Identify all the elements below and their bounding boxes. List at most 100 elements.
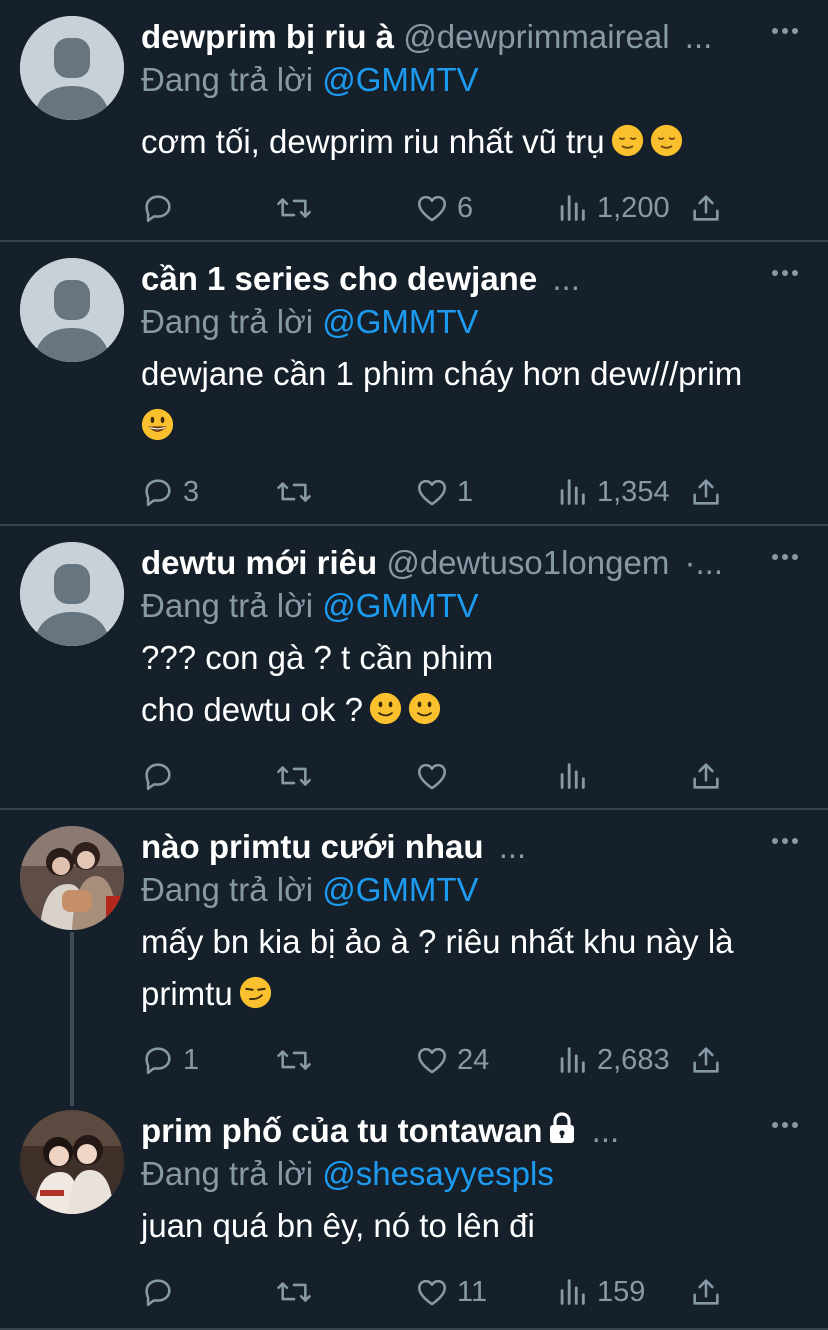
tweet-text-line: cho dewtu ok ? (141, 691, 363, 728)
replying-to: Đang trả lời @GMMTV (141, 584, 479, 628)
share-icon (693, 763, 719, 789)
views-icon (560, 195, 585, 221)
tweet-card[interactable]: dewprim bị riu à @dewprimmaireal ... Đan… (0, 0, 828, 242)
tweet-text-line: ??? con gà ? t cần phim (141, 639, 494, 676)
mention-link[interactable]: @shesayyespls (322, 1155, 554, 1192)
user-handle[interactable]: @dewprimmaireal (403, 18, 669, 55)
views-icon (560, 1047, 585, 1073)
reply-icon (145, 479, 171, 507)
slightly-smiling-face-icon (408, 692, 441, 725)
retweet-icon (277, 198, 311, 218)
replying-to-label: Đang trả lời (141, 1155, 314, 1192)
views-count: 1,354 (597, 475, 670, 508)
retweet-button[interactable] (275, 472, 321, 512)
truncation-dots: ... (552, 260, 580, 297)
display-name[interactable]: dewprim bị riu à (141, 18, 394, 55)
tweet-card[interactable]: nào primtu cưới nhau ... Đang trả lời @G… (0, 810, 828, 1094)
retweet-button[interactable] (275, 1272, 321, 1312)
tweet-header: cần 1 series cho dewjane ... (141, 257, 768, 301)
tweet-text-line: dewjane cần 1 phim cháy hơn dew///prim (141, 355, 743, 392)
avatar[interactable] (20, 1110, 124, 1214)
display-name[interactable]: prim phố của tu tontawan (141, 1112, 543, 1149)
replying-to: Đang trả lời @GMMTV (141, 58, 479, 102)
views-button[interactable]: 159 (555, 1272, 645, 1312)
truncation-dots: ... (684, 18, 713, 55)
share-button[interactable] (689, 1040, 723, 1080)
avatar[interactable] (20, 542, 124, 646)
views-button[interactable] (555, 756, 597, 796)
more-icon[interactable] (772, 260, 798, 286)
tweet-header: dewtu mới riêu @dewtuso1longem ·... (141, 541, 768, 585)
reply-button[interactable] (141, 1272, 183, 1312)
share-button[interactable] (689, 472, 723, 512)
avatar[interactable] (20, 16, 124, 120)
more-icon[interactable] (772, 1112, 798, 1138)
views-button[interactable]: 1,200 (555, 188, 670, 228)
display-name[interactable]: dewtu mới riêu (141, 544, 377, 581)
slightly-smiling-face-icon (369, 692, 402, 725)
default-avatar-icon (20, 258, 124, 362)
tweet-card[interactable]: prim phố của tu tontawan ... Đang trả lờ… (0, 1094, 828, 1330)
like-button[interactable] (415, 756, 457, 796)
tweet-text: ??? con gà ? t cần phim cho dewtu ok ? (141, 632, 804, 736)
more-icon[interactable] (772, 544, 798, 570)
replying-to-label: Đang trả lời (141, 871, 314, 908)
user-handle[interactable]: @dewtuso1longem (386, 544, 669, 581)
more-icon[interactable] (772, 828, 798, 854)
relieved-face-icon (650, 124, 682, 157)
tweet-card[interactable]: cần 1 series cho dewjane ... Đang trả lờ… (0, 242, 828, 526)
tweet-text-line: mấy bn kia bị ảo à ? riêu nhất khu này l… (141, 923, 734, 960)
tweet-header: nào primtu cưới nhau ... (141, 825, 768, 869)
retweet-button[interactable] (275, 1040, 321, 1080)
display-name[interactable]: cần 1 series cho dewjane (141, 260, 537, 297)
avatar[interactable] (20, 826, 124, 930)
reply-icon (145, 1279, 171, 1307)
like-button[interactable]: 24 (415, 1040, 489, 1080)
profile-photo-icon (20, 1110, 124, 1214)
reply-button[interactable]: 1 (141, 1040, 199, 1080)
tweet-card[interactable]: dewtu mới riêu @dewtuso1longem ·... Đang… (0, 526, 828, 810)
tweet-text: juan quá bn êy, nó to lên đi (141, 1200, 804, 1252)
reply-button[interactable] (141, 756, 183, 796)
avatar[interactable] (20, 258, 124, 362)
reply-button[interactable]: 3 (141, 472, 199, 512)
like-button[interactable]: 11 (415, 1272, 487, 1312)
reply-count: 3 (183, 475, 200, 508)
like-count: 6 (457, 191, 474, 224)
action-bar (141, 756, 781, 796)
share-button[interactable] (689, 1272, 723, 1312)
truncation-dots: ·... (684, 544, 724, 581)
replying-to: Đang trả lời @shesayyespls (141, 1152, 554, 1196)
mention-link[interactable]: @GMMTV (322, 587, 478, 624)
replying-to-label: Đang trả lời (141, 61, 314, 98)
truncation-dots: ... (591, 1112, 620, 1149)
grinning-face-icon (141, 408, 174, 441)
retweet-icon (277, 766, 311, 786)
tweet-text-line: cơm tối, dewprim riu nhất vũ trụ (141, 123, 605, 160)
share-button[interactable] (689, 756, 723, 796)
mention-link[interactable]: @GMMTV (322, 871, 478, 908)
replying-to: Đang trả lời @GMMTV (141, 868, 479, 912)
smirking-face-icon (239, 976, 271, 1009)
like-button[interactable]: 1 (415, 472, 473, 512)
display-name[interactable]: nào primtu cưới nhau (141, 828, 484, 865)
views-count: 2,683 (597, 1043, 670, 1076)
share-button[interactable] (689, 188, 723, 228)
mention-link[interactable]: @GMMTV (322, 303, 478, 340)
share-icon (693, 1047, 719, 1073)
retweet-button[interactable] (275, 756, 321, 796)
default-avatar-icon (20, 542, 124, 646)
views-button[interactable]: 1,354 (555, 472, 670, 512)
retweet-button[interactable] (275, 188, 321, 228)
more-icon[interactable] (772, 18, 798, 44)
heart-icon (417, 1279, 447, 1306)
truncation-dots: ... (498, 828, 527, 865)
mention-link[interactable]: @GMMTV (322, 61, 478, 98)
reply-button[interactable] (141, 188, 183, 228)
reply-count: 1 (183, 1043, 200, 1076)
views-button[interactable]: 2,683 (555, 1040, 670, 1080)
action-bar: 6 1,200 (141, 188, 781, 228)
tweet-text-line: juan quá bn êy, nó to lên đi (141, 1207, 535, 1244)
like-button[interactable]: 6 (415, 188, 473, 228)
share-icon (693, 1279, 719, 1305)
